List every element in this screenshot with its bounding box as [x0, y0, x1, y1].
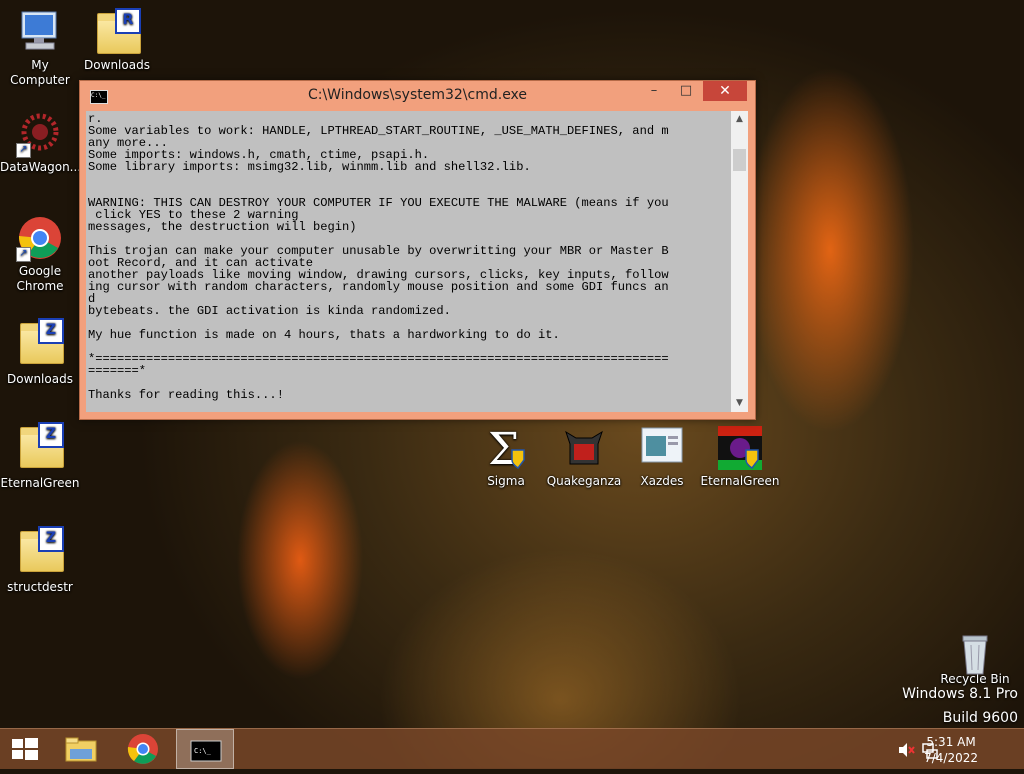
quakeganza-icon [560, 424, 608, 472]
taskbar-file-explorer[interactable] [52, 729, 110, 769]
desktop-icon-label: Sigma [487, 474, 525, 488]
folder-badge: R [115, 8, 141, 34]
windows-watermark-build: Build 9600 [943, 710, 1018, 726]
desktop-icon-structdestr[interactable]: Z structdestr [0, 526, 80, 595]
desktop-icon-eternalgreen-folder[interactable]: Z EternalGreen [0, 422, 80, 491]
folder-badge: Z [38, 526, 64, 552]
windows-logo-icon [12, 738, 38, 760]
desktop-icon-label: Downloads [7, 372, 73, 386]
svg-text:C:\_: C:\_ [194, 747, 212, 755]
desktop-icon-eternalgreen-app[interactable]: EternalGreen [700, 424, 780, 489]
desktop-icon-label: structdestr [7, 580, 73, 594]
close-button[interactable]: ✕ [703, 81, 747, 101]
scroll-up-arrow-icon[interactable]: ▲ [731, 111, 748, 128]
desktop-icon-my-computer[interactable]: My Computer [0, 8, 80, 88]
xazdes-icon [638, 424, 686, 472]
watermark-build: Build 9600 [942, 710, 1018, 726]
desktop-icon-downloads[interactable]: Z Downloads [0, 318, 80, 387]
clock-time: 5:31 AM [926, 735, 976, 749]
shortcut-arrow-icon: ↗ [16, 247, 31, 262]
folder-badge: Z [38, 422, 64, 448]
datawagon-icon: ↗ [16, 110, 64, 158]
folder-icon: Z [16, 318, 64, 366]
cmd-window[interactable]: C:\_ C:\Windows\system32\cmd.exe – □ ✕ r… [79, 80, 756, 420]
console-text: r. Some variables to work: HANDLE, LPTHR… [88, 112, 669, 402]
minimize-button[interactable]: – [641, 81, 667, 101]
desktop-icon-label: DataWagon... [0, 160, 82, 174]
desktop-icon-label: Xazdes [640, 474, 684, 488]
clock-date: 7/4/2022 [924, 751, 978, 765]
taskbar-chrome[interactable] [114, 729, 172, 769]
maximize-button[interactable]: □ [673, 81, 699, 101]
desktop-icon-sigma[interactable]: Σ Sigma [466, 424, 546, 489]
computer-icon [16, 8, 64, 56]
cmd-icon: C:\_ [190, 740, 222, 762]
watermark-edition: Windows 8.1 Pro [902, 686, 1018, 702]
desktop-icon-label: My Computer [10, 58, 70, 87]
shortcut-arrow-icon: ↗ [16, 143, 31, 158]
eternalgreen-icon [716, 424, 764, 472]
file-explorer-icon [65, 737, 97, 762]
vertical-scrollbar[interactable]: ▲ ▼ [731, 111, 748, 412]
desktop-icon-downloads-top[interactable]: R Downloads [77, 8, 157, 73]
console-output-area[interactable]: r. Some variables to work: HANDLE, LPTHR… [86, 111, 731, 412]
desktop-icon-label: Quakeganza [546, 474, 622, 488]
desktop-icon-xazdes[interactable]: Xazdes [622, 424, 702, 489]
chrome-icon [127, 734, 158, 764]
desktop-icon-label: EternalGreen [700, 474, 780, 488]
desktop-icon-datawagon[interactable]: ↗ DataWagon... [0, 110, 82, 175]
taskbar: C:\_ 5:31 AM 7/4/2022 [0, 728, 1024, 769]
clock[interactable]: 5:31 AM 7/4/2022 [924, 734, 978, 766]
scrollbar-thumb[interactable] [733, 149, 746, 171]
desktop-icon-label: Google Chrome [16, 264, 64, 293]
desktop-icon-recycle-bin[interactable]: Recycle Bin [935, 630, 1015, 687]
recycle-bin-icon [951, 630, 999, 678]
folder-badge: Z [38, 318, 64, 344]
desktop-icon-google-chrome[interactable]: ↗ Google Chrome [0, 214, 80, 294]
folder-icon: Z [16, 422, 64, 470]
folder-icon: R [93, 8, 141, 56]
desktop-icon-label: Downloads [84, 58, 150, 72]
desktop-icon-quakeganza[interactable]: Quakeganza [544, 424, 624, 489]
chrome-icon: ↗ [16, 214, 64, 262]
start-button[interactable] [0, 729, 58, 769]
desktop-icon-label: EternalGreen [0, 476, 80, 490]
taskbar-cmd[interactable]: C:\_ [176, 729, 234, 769]
speaker-muted-icon[interactable] [896, 740, 916, 760]
scroll-down-arrow-icon[interactable]: ▼ [731, 395, 748, 412]
folder-icon: Z [16, 526, 64, 574]
title-bar[interactable]: C:\_ C:\Windows\system32\cmd.exe – □ ✕ [80, 81, 755, 109]
sigma-icon: Σ [482, 424, 530, 475]
windows-watermark: Windows 8.1 Pro [902, 686, 1018, 702]
